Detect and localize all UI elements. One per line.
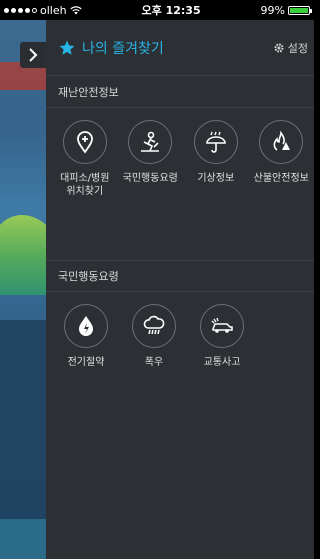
close-drawer-button[interactable] bbox=[20, 42, 46, 68]
star-icon bbox=[59, 40, 75, 55]
favorites-drawer: 나의 즐겨찾기 설정 재난안전정보 대피소/병원 위치찾기 국민행동요령 기상정… bbox=[46, 20, 314, 559]
background-app-content bbox=[0, 20, 46, 559]
forest-fire-icon bbox=[273, 130, 291, 151]
electricity-drop-icon bbox=[79, 316, 93, 336]
shortcut-label: 산불안전정보 bbox=[253, 173, 309, 184]
shortcut-forest-fire[interactable]: 산불안전정보 bbox=[249, 120, 315, 198]
status-bar: olleh 오후 12:35 99% bbox=[0, 0, 314, 20]
shortcut-label: 대피소/병원 위치찾기 bbox=[60, 173, 110, 197]
shortcut-label: 국민행동요령 bbox=[122, 173, 178, 184]
shortcut-traffic-accident[interactable]: 교통사고 bbox=[188, 304, 256, 369]
settings-button[interactable]: 설정 bbox=[273, 40, 308, 56]
shortcut-weather[interactable]: 기상정보 bbox=[183, 120, 249, 198]
favorites-title-label: 나의 즐겨찾기 bbox=[82, 40, 164, 57]
settings-label: 설정 bbox=[287, 41, 308, 55]
shortcut-label: 폭우 bbox=[144, 357, 164, 368]
section-disaster-info: 재난안전정보 대피소/병원 위치찾기 국민행동요령 기상정보 산불안전정보 bbox=[46, 76, 314, 260]
section-title: 재난안전정보 bbox=[46, 76, 314, 108]
section-action-guide: 국민행동요령 전기절약 폭우 교통사고 bbox=[46, 260, 314, 369]
shortcut-shelter-hospital[interactable]: 대피소/병원 위치찾기 bbox=[52, 120, 118, 198]
section-title: 국민행동요령 bbox=[46, 260, 314, 292]
shortcut-power-saving[interactable]: 전기절약 bbox=[52, 304, 120, 369]
shortcut-action-guide[interactable]: 국민행동요령 bbox=[118, 120, 184, 198]
shortcut-heavy-rain[interactable]: 폭우 bbox=[120, 304, 188, 369]
battery-percent: 99% bbox=[260, 3, 285, 17]
car-accident-icon bbox=[211, 317, 233, 333]
signal-strength-icon bbox=[4, 7, 37, 13]
gear-icon bbox=[274, 43, 284, 52]
drawer-header: 나의 즐겨찾기 설정 bbox=[46, 20, 314, 76]
shortcut-label: 전기절약 bbox=[67, 357, 105, 368]
shortcut-label: 기상정보 bbox=[197, 173, 235, 184]
clock: 오후 12:35 bbox=[141, 4, 201, 17]
heavy-rain-icon bbox=[143, 315, 165, 335]
location-plus-icon bbox=[76, 131, 93, 154]
favorites-title: 나의 즐겨찾기 bbox=[58, 38, 164, 58]
person-emergency-icon bbox=[141, 131, 160, 152]
carrier-label: olleh bbox=[40, 3, 67, 17]
weather-umbrella-icon bbox=[205, 131, 226, 153]
wifi-icon bbox=[69, 5, 82, 14]
battery-icon bbox=[287, 5, 312, 15]
shortcut-label: 교통사고 bbox=[203, 357, 241, 368]
chevron-right-icon bbox=[29, 48, 38, 62]
